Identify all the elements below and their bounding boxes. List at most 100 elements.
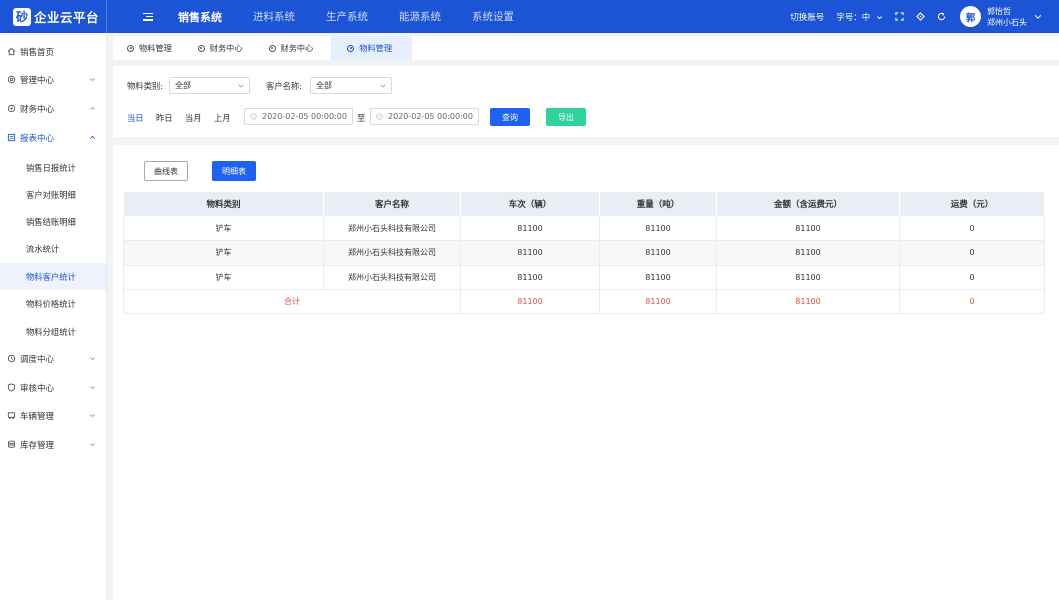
table-cell: 0 (899, 240, 1045, 266)
topnav-energy[interactable]: 能源系统 (399, 9, 441, 25)
topnav-production[interactable]: 生产系统 (326, 9, 368, 25)
tab-finance-center-2[interactable]: 财务中心 (255, 36, 326, 60)
tab-bar: 物料管理 财务中心 财务中心 物料管理 (113, 36, 1059, 60)
table-cell: 81100 (716, 215, 900, 242)
font-size-select[interactable]: 字号：中 (836, 11, 883, 23)
total-cell: 81100 (460, 288, 600, 315)
fullscreen-icon[interactable] (895, 12, 904, 21)
column-header: 重量（吨） (599, 191, 717, 217)
sidebar-sub-material-group[interactable]: 物料分组统计 (0, 318, 106, 345)
quick-date-yesterday[interactable]: 昨日 (156, 112, 173, 124)
sidebar-item-management[interactable]: 管理中心 (0, 66, 106, 93)
database-icon (7, 440, 16, 449)
total-cell: 81100 (716, 288, 900, 315)
sidebar-sub-sales-settlement[interactable]: 销售结账明细 (0, 208, 106, 235)
export-button[interactable]: 导出 (546, 108, 586, 126)
sidebar-item-label: 报表中心 (20, 133, 55, 144)
table-cell: 铲车 (123, 240, 324, 266)
sidebar-item-dispatch[interactable]: 调度中心 (0, 345, 106, 372)
sidebar-item-label: 车辆管理 (20, 411, 55, 422)
sidebar-item-reports[interactable]: 报表中心 (0, 124, 106, 151)
sidebar-item-finance[interactable]: 财务中心 (0, 95, 106, 122)
tab-label: 物料管理 (359, 43, 393, 53)
sidebar-item-inventory[interactable]: 库存管理 (0, 431, 106, 458)
table-cell: 81100 (716, 264, 900, 290)
customer-name-value: 全部 (316, 81, 332, 90)
tab-label: 财务中心 (209, 43, 243, 53)
sidebar-sub-daily-sales[interactable]: 销售日报统计 (0, 154, 106, 181)
table-row: 铲车 郑州小石头科技有限公司 81100 81100 81100 0 (123, 240, 1045, 266)
tab-finance-center[interactable]: 财务中心 (184, 36, 255, 60)
query-button[interactable]: 查询 (490, 108, 530, 126)
table-cell: 郑州小石头科技有限公司 (323, 240, 461, 266)
topnav-sales[interactable]: 销售系统 (178, 9, 222, 25)
user-info[interactable]: 郭怡哲 郑州小石头 (987, 6, 1027, 28)
table-row: 铲车 郑州小石头科技有限公司 81100 81100 81100 0 (123, 264, 1045, 290)
start-date-input[interactable]: 2020-02-05 00:00:00 (244, 108, 353, 125)
tab-icon (127, 44, 134, 52)
column-header: 客户名称 (323, 191, 461, 217)
font-size-label: 字号：中 (836, 12, 871, 23)
table-cell: 郑州小石头科技有限公司 (323, 215, 461, 242)
quick-date-today[interactable]: 当日 (127, 112, 144, 124)
curve-chart-button[interactable]: 曲线表 (144, 161, 188, 181)
tab-material-management-active[interactable]: 物料管理 (331, 36, 413, 60)
customer-name-label: 客户名称: (266, 81, 302, 91)
customer-name-select[interactable]: 全部 (310, 77, 392, 94)
brand[interactable]: 砂 企业云平台 (0, 0, 107, 33)
tab-icon (197, 44, 205, 52)
sidebar-sub-material-price[interactable]: 物料价格统计 (0, 290, 106, 317)
sidebar-item-label: 库存管理 (20, 440, 55, 451)
switch-account-link[interactable]: 切换账号 (790, 11, 824, 23)
table-cell: 81100 (460, 215, 600, 242)
sidebar-item-label: 财务中心 (20, 104, 55, 115)
detail-table-button[interactable]: 明细表 (212, 161, 256, 181)
tag-icon[interactable] (916, 12, 925, 21)
brand-logo: 砂 (13, 7, 31, 26)
sidebar-item-sales-home[interactable]: 销售首页 (0, 38, 106, 65)
chevron-down-icon (90, 386, 95, 390)
chevron-down-icon (90, 443, 95, 447)
topnav-settings[interactable]: 系统设置 (472, 9, 514, 25)
tab-material-management[interactable]: 物料管理 (113, 36, 184, 60)
chevron-down-icon[interactable] (1034, 13, 1042, 21)
date-range-separator: 至 (357, 113, 366, 123)
shield-icon (7, 383, 16, 392)
quick-date-last-month[interactable]: 上月 (214, 112, 231, 124)
quick-date-this-month[interactable]: 当月 (185, 112, 202, 124)
chevron-down-icon (877, 15, 882, 19)
top-nav: 销售系统 进料系统 生产系统 能源系统 系统设置 (178, 9, 545, 25)
chevron-down-icon (380, 84, 386, 88)
sidebar-item-vehicles[interactable]: 车辆管理 (0, 402, 106, 429)
table-row: 铲车 郑州小石头科技有限公司 81100 81100 81100 0 (123, 215, 1045, 242)
table-header-row: 物料类别 客户名称 车次（辆） 重量（吨） 金额（含运费元） 运费（元） (123, 191, 1045, 217)
menu-toggle-icon[interactable] (143, 12, 153, 21)
filter-panel: 物料类别: 全部 客户名称: 全部 当日 昨日 当月 上月 2020-02-05… (113, 66, 1059, 137)
material-type-select[interactable]: 全部 (169, 77, 250, 94)
tab-label: 财务中心 (280, 43, 314, 53)
truck-icon (7, 411, 16, 420)
sidebar-sub-flow-stats[interactable]: 流水统计 (0, 235, 106, 262)
end-date-input[interactable]: 2020-02-05 00:00:00 (370, 108, 479, 125)
column-header: 车次（辆） (460, 191, 600, 217)
avatar[interactable]: 郭 (960, 6, 981, 27)
table-cell: 81100 (599, 240, 717, 266)
sidebar-item-audit[interactable]: 审核中心 (0, 374, 106, 401)
column-header: 金额（含运费元） (716, 191, 900, 217)
refresh-icon[interactable] (937, 12, 946, 21)
table-cell: 81100 (716, 240, 900, 266)
sidebar-item-label: 调度中心 (20, 354, 55, 365)
sidebar-sub-customer-reconciliation[interactable]: 客户对账明细 (0, 181, 106, 208)
top-bar: 砂 企业云平台 销售系统 进料系统 生产系统 能源系统 系统设置 切换账号 字号… (0, 0, 1059, 33)
total-cell: 81100 (599, 288, 717, 315)
table-cell: 81100 (460, 240, 600, 266)
topnav-purchase[interactable]: 进料系统 (253, 9, 295, 25)
clock-icon (250, 113, 257, 120)
column-header: 物料类别 (123, 191, 324, 217)
chevron-down-icon (238, 84, 244, 88)
sidebar-sub-material-customer[interactable]: 物料客户统计 (0, 263, 106, 290)
sidebar-item-label: 审核中心 (20, 383, 55, 394)
chevron-down-icon (90, 357, 95, 361)
material-type-value: 全部 (175, 81, 191, 90)
chevron-down-icon (90, 78, 95, 82)
